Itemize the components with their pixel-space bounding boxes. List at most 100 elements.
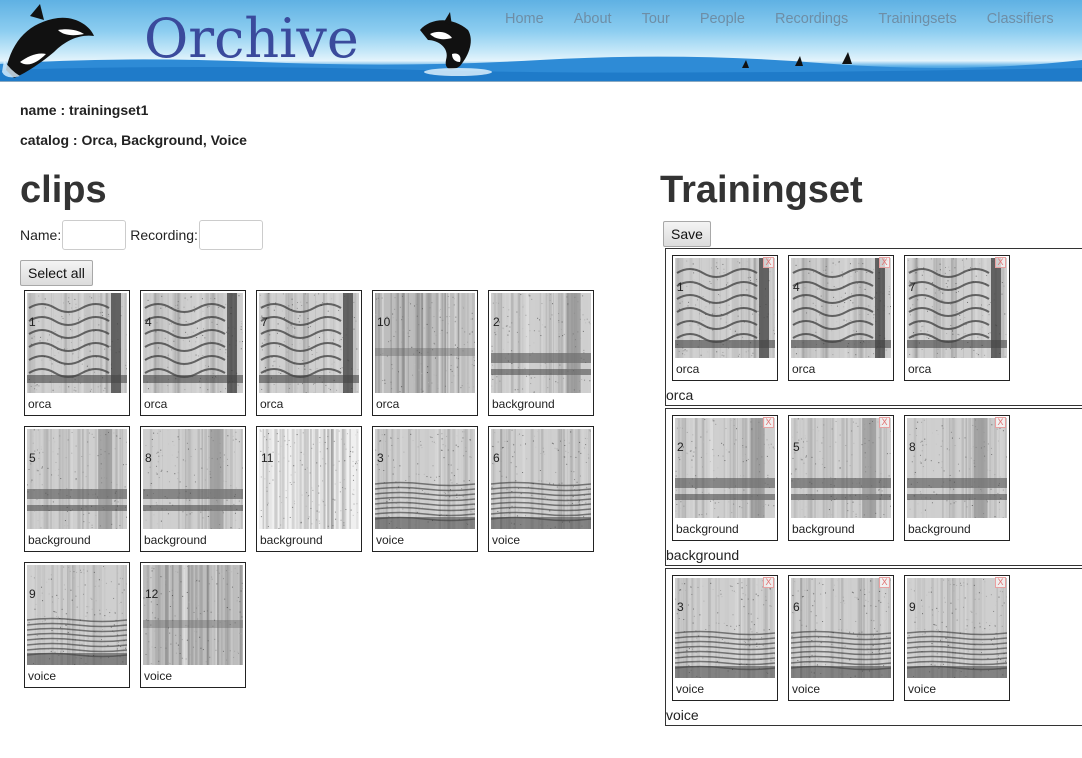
nav-tour[interactable]: Tour: [642, 11, 670, 27]
clip-label: voice: [676, 682, 705, 696]
clip-label: voice: [792, 682, 821, 696]
spectrogram-image: [375, 293, 475, 393]
clip-number: 6: [493, 451, 500, 465]
clip-tile[interactable]: 1 orca: [24, 290, 130, 416]
spectrogram-image: [791, 258, 891, 358]
clip-tile[interactable]: 8 background: [140, 426, 246, 552]
clip-label: orca: [260, 397, 284, 411]
clip-number: 5: [29, 451, 36, 465]
trainingset-clip[interactable]: 2 background X: [672, 415, 778, 541]
clip-label: orca: [908, 362, 932, 376]
save-button[interactable]: Save: [663, 221, 711, 247]
trainingset-clip[interactable]: 5 background X: [788, 415, 894, 541]
spectrogram-image: [791, 418, 891, 518]
clip-tile[interactable]: 12 voice: [140, 562, 246, 688]
nav-about[interactable]: About: [574, 11, 612, 27]
spectrogram-image: [27, 565, 127, 665]
name-filter-input[interactable]: [62, 220, 127, 250]
remove-clip-button[interactable]: X: [763, 257, 774, 268]
trainingset-clip[interactable]: 1 orca X: [672, 255, 778, 381]
nav-recordings[interactable]: Recordings: [775, 11, 848, 27]
clip-label: orca: [676, 362, 700, 376]
remove-clip-button[interactable]: X: [879, 417, 890, 428]
clip-label: background: [908, 522, 971, 536]
clip-label: voice: [28, 669, 57, 683]
nav-classifiers[interactable]: Classifiers: [987, 11, 1054, 27]
spectrogram-image: [143, 565, 243, 665]
spectrogram-image: [27, 429, 127, 529]
clip-tile[interactable]: 2 background: [488, 290, 594, 416]
trainingset-name: name : trainingset1: [20, 102, 149, 118]
clip-tile[interactable]: 6 voice: [488, 426, 594, 552]
clip-tile[interactable]: 9 voice: [24, 562, 130, 688]
clip-number: 12: [145, 587, 159, 601]
clip-number: 3: [377, 451, 384, 465]
clip-tile[interactable]: 4 orca: [140, 290, 246, 416]
clip-label: voice: [376, 533, 405, 547]
clip-tile[interactable]: 3 voice: [372, 426, 478, 552]
name-filter-label: Name:: [20, 227, 62, 243]
clip-label: orca: [376, 397, 400, 411]
clip-label: orca: [28, 397, 52, 411]
remove-clip-button[interactable]: X: [995, 577, 1006, 588]
clip-label: voice: [492, 533, 521, 547]
trainingset-group-voice[interactable]: 3 voice X 6 voice X 9 voice X voice: [665, 568, 1082, 726]
trainingset-clip[interactable]: 7 orca X: [904, 255, 1010, 381]
nav-home[interactable]: Home: [505, 11, 544, 27]
trainingset-group-orca[interactable]: 1 orca X 4 orca X 7 orca X orca: [665, 248, 1082, 406]
clip-label: background: [260, 533, 323, 547]
spectrogram-image: [27, 293, 127, 393]
nav-trainingsets[interactable]: Trainingsets: [878, 11, 956, 27]
recording-filter-label: Recording:: [130, 227, 198, 243]
spectrogram-image: [491, 429, 591, 529]
spectrogram-image: [907, 418, 1007, 518]
clip-tile[interactable]: 5 background: [24, 426, 130, 552]
clip-tile[interactable]: 7 orca: [256, 290, 362, 416]
clip-tile[interactable]: 10 orca: [372, 290, 478, 416]
site-logo[interactable]: Orchive: [144, 8, 359, 70]
clip-label: orca: [144, 397, 168, 411]
trainingset-clip[interactable]: 3 voice X: [672, 575, 778, 701]
clip-number: 8: [909, 440, 916, 454]
clip-number: 2: [493, 315, 500, 329]
trainingset-group-background[interactable]: 2 background X 5 background X 8 backgrou…: [665, 408, 1082, 566]
clip-label: orca: [792, 362, 816, 376]
clip-label: background: [28, 533, 91, 547]
remove-clip-button[interactable]: X: [763, 417, 774, 428]
group-label: voice: [666, 707, 699, 723]
clip-label: background: [144, 533, 207, 547]
trainingset-catalog: catalog : Orca, Background, Voice: [20, 132, 247, 148]
remove-clip-button[interactable]: X: [995, 417, 1006, 428]
clip-tile[interactable]: 11 background: [256, 426, 362, 552]
site-header: Orchive Home About Tour People Recording…: [0, 0, 1082, 82]
group-label: background: [666, 547, 740, 563]
clip-number: 5: [793, 440, 800, 454]
remove-clip-button[interactable]: X: [763, 577, 774, 588]
group-label: orca: [666, 387, 694, 403]
clip-number: 4: [793, 280, 800, 294]
spectrogram-image: [675, 578, 775, 678]
select-all-button[interactable]: Select all: [20, 260, 93, 286]
remove-clip-button[interactable]: X: [879, 257, 890, 268]
spectrogram-image: [143, 293, 243, 393]
clip-number: 8: [145, 451, 152, 465]
clip-number: 3: [677, 600, 684, 614]
clip-number: 7: [261, 315, 268, 329]
recording-filter-input[interactable]: [198, 220, 263, 250]
clips-heading: clips: [20, 169, 107, 211]
clip-number: 10: [377, 315, 391, 329]
remove-clip-button[interactable]: X: [879, 577, 890, 588]
main-nav: Home About Tour People Recordings Traini…: [505, 11, 1082, 27]
clip-number: 9: [909, 600, 916, 614]
clip-number: 9: [29, 587, 36, 601]
trainingset-clip[interactable]: 6 voice X: [788, 575, 894, 701]
nav-people[interactable]: People: [700, 11, 745, 27]
clip-number: 1: [677, 280, 684, 294]
spectrogram-image: [907, 258, 1007, 358]
clip-label: background: [676, 522, 739, 536]
remove-clip-button[interactable]: X: [995, 257, 1006, 268]
trainingset-clip[interactable]: 9 voice X: [904, 575, 1010, 701]
trainingset-clip[interactable]: 8 background X: [904, 415, 1010, 541]
trainingset-clip[interactable]: 4 orca X: [788, 255, 894, 381]
spectrogram-image: [907, 578, 1007, 678]
